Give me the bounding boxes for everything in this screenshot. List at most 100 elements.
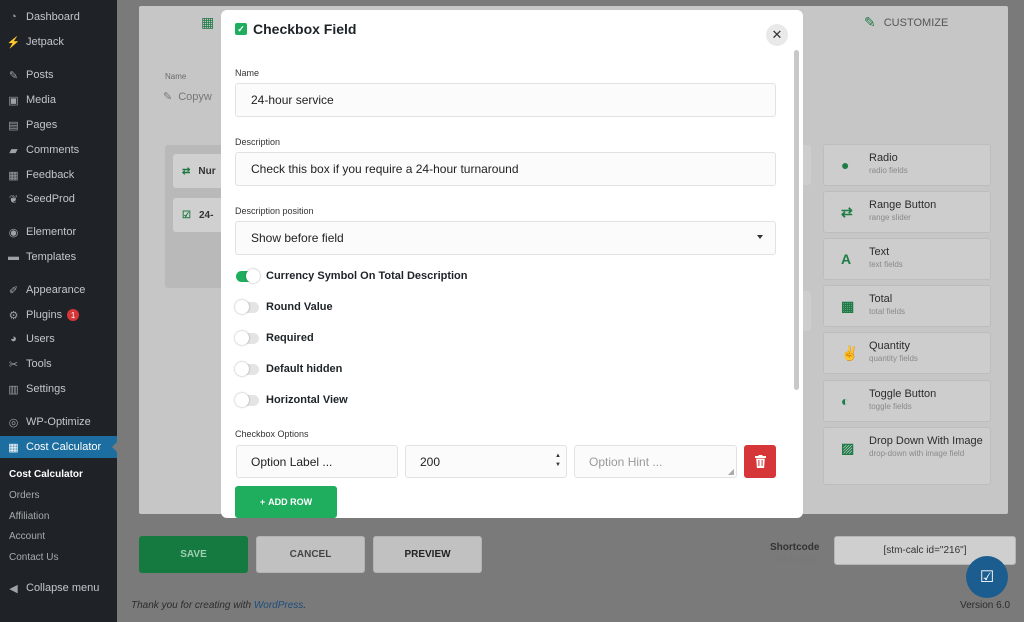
toggle-switch[interactable] (235, 299, 259, 314)
calculator-icon: ▦ (8, 441, 19, 454)
toggle-knob (235, 392, 249, 407)
sidebar-item-users[interactable]: ◕ Users (0, 328, 117, 350)
toggle-horizontal-view[interactable]: Horizontal View (235, 392, 348, 407)
field-card-subtitle: quantity fields (869, 354, 918, 363)
field-card-quantity[interactable]: ✌ Quantity quantity fields (823, 332, 991, 374)
trash-icon (754, 455, 766, 468)
field-card-title: Drop Down With Image (869, 435, 983, 447)
wordpress-link[interactable]: WordPress (254, 600, 303, 611)
sidebar-item-label: Elementor (26, 226, 77, 238)
toggle-required[interactable]: Required (235, 330, 314, 345)
shortcode-label: Shortcode (770, 542, 820, 553)
option-hint-input[interactable]: Option Hint ... ◢ (574, 445, 737, 478)
modal-scrollbar-thumb[interactable] (794, 50, 799, 390)
tab-customize[interactable]: ✎ CUSTOMIZE (864, 14, 948, 31)
toggle-label: Required (266, 332, 314, 344)
sidebar-item-pages[interactable]: ▤ Pages (0, 114, 117, 136)
sidebar-item-appearance[interactable]: ✐ Appearance (0, 279, 117, 301)
update-count-badge: 1 (67, 309, 80, 321)
sidebar-item-tools[interactable]: ✂ Tools (0, 353, 117, 375)
sidebar-item-dashboard[interactable]: ◔ Dashboard (0, 6, 117, 28)
sidebar-item-label: Templates (26, 251, 77, 263)
toggle-switch[interactable] (235, 361, 259, 376)
toggle-default-hidden[interactable]: Default hidden (235, 361, 342, 376)
field-card-range-button[interactable]: ⇄ Range Button range slider (823, 191, 991, 233)
name-input[interactable]: 24-hour service (235, 83, 776, 117)
tab-calculator[interactable]: ▦ (201, 14, 214, 31)
description-input[interactable]: Check this box if you require a 24-hour … (235, 152, 776, 186)
preview-button[interactable]: PREVIEW (373, 536, 482, 573)
submenu-item-affiliation[interactable]: Affiliation (9, 511, 49, 522)
sidebar-item-templates[interactable]: ▬ Templates (0, 246, 117, 268)
sidebar-item-feedback[interactable]: ▦ Feedback (0, 164, 117, 186)
cancel-button[interactable]: CANCEL (256, 536, 365, 573)
toggle-switch[interactable] (235, 392, 259, 407)
toggle-label: Currency Symbol On Total Description (266, 270, 468, 282)
users-icon: ◕ (10, 333, 17, 345)
field-card-radio[interactable]: ● Radio radio fields (823, 144, 991, 186)
submenu-item-account[interactable]: Account (9, 531, 45, 542)
quantity-icon: ✌ (841, 345, 859, 361)
description-position-select[interactable]: Show before field (235, 221, 776, 255)
range-icon: ⇄ (182, 165, 191, 177)
toggle-round-value[interactable]: Round Value (235, 299, 333, 314)
field-card-subtitle: text fields (869, 260, 903, 269)
toggle-switch[interactable] (235, 330, 259, 345)
save-button[interactable]: SAVE (139, 536, 248, 573)
sidebar-item-plugins[interactable]: ⚙ Plugins 1 (0, 304, 117, 326)
stepper-arrows-icon[interactable]: ▲ ▼ (555, 452, 561, 470)
field-card-toggle-button[interactable]: ◐ Toggle Button toggle fields (823, 380, 991, 422)
name-label: Name (235, 68, 260, 78)
plugins-icon: ⚙ (8, 309, 19, 322)
field-card-total[interactable]: ▦ Total total fields (823, 285, 991, 327)
toggle-currency-symbol-on-total-description[interactable]: Currency Symbol On Total Description (236, 268, 468, 283)
delete-option-button[interactable] (744, 445, 776, 478)
sidebar-item-label: Feedback (26, 169, 75, 181)
sidebar-item-label: Plugins (26, 309, 63, 321)
checkbox-options-label: Checkbox Options (235, 429, 309, 439)
calculator-name-field[interactable]: ✎ Copyw (163, 90, 212, 104)
calculator-icon: ▦ (201, 14, 215, 30)
description-position-label: Description position (235, 206, 314, 216)
field-card-drop-down-with-image[interactable]: ▨ Drop Down With Image drop-down with imag… (823, 427, 991, 485)
toggle-knob (246, 268, 260, 283)
sidebar-item-label: Users (26, 333, 55, 345)
appearance-icon: ✐ (8, 284, 19, 297)
field-card-title: Text (869, 246, 890, 258)
total-icon: ▦ (841, 298, 855, 314)
checklist-icon: ☑ (979, 569, 995, 586)
sidebar-item-elementor[interactable]: ◉ Elementor (0, 221, 117, 243)
close-button[interactable]: ✕ (766, 24, 788, 46)
add-row-button[interactable]: + ADD ROW (235, 486, 337, 518)
sidebar-item-wp-optimize[interactable]: ◎ WP-Optimize (0, 411, 117, 433)
sidebar-item-jetpack[interactable]: ⚡ Jetpack (0, 31, 117, 53)
elementor-icon: ◉ (8, 226, 19, 239)
option-label-input[interactable]: Option Label ... (236, 445, 398, 478)
submenu-item-cost-calculator[interactable]: Cost Calculator (9, 469, 83, 480)
toggle-button-icon: ◐ (841, 393, 850, 409)
field-card-title: Radio (869, 152, 898, 164)
seedprod-icon: ❦ (8, 193, 19, 206)
sidebar-item-cost-calculator[interactable]: ▦ Cost Calculator (0, 436, 117, 458)
sidebar-item-comments[interactable]: ▰ Comments (0, 139, 117, 161)
submenu-item-orders[interactable]: Orders (9, 490, 40, 501)
field-card-title: Quantity (869, 340, 910, 352)
toggle-switch[interactable] (236, 268, 260, 283)
sidebar-item-seedprod[interactable]: ❦ SeedProd (0, 188, 117, 210)
resize-handle-icon[interactable]: ◢ (728, 467, 734, 476)
sidebar-item-posts[interactable]: ✎ Posts (0, 64, 117, 86)
sidebar-item-media[interactable]: ▣ Media (0, 89, 117, 111)
submenu-item-contact-us[interactable]: Contact Us (9, 552, 58, 563)
field-card-edge (803, 291, 811, 331)
sidebar-item-settings[interactable]: ▥ Settings (0, 378, 117, 400)
option-value-input[interactable]: 200 ▲ ▼ (405, 445, 567, 478)
field-card-text[interactable]: A Text text fields (823, 238, 991, 280)
plus-icon: + (259, 497, 266, 507)
sidebar-item-label: Appearance (26, 284, 86, 296)
collapse-menu-button[interactable]: ◀ Collapse menu (0, 577, 117, 599)
footer-thanks: Thank you for creating with WordPress. (131, 600, 307, 611)
help-button[interactable]: ☑ (966, 556, 1008, 598)
brush-icon: ✎ (864, 14, 876, 30)
checkbox-field-modal: ✓ Checkbox Field ✕ Name 24-hour service … (221, 10, 803, 518)
settings-icon: ▥ (8, 383, 19, 396)
